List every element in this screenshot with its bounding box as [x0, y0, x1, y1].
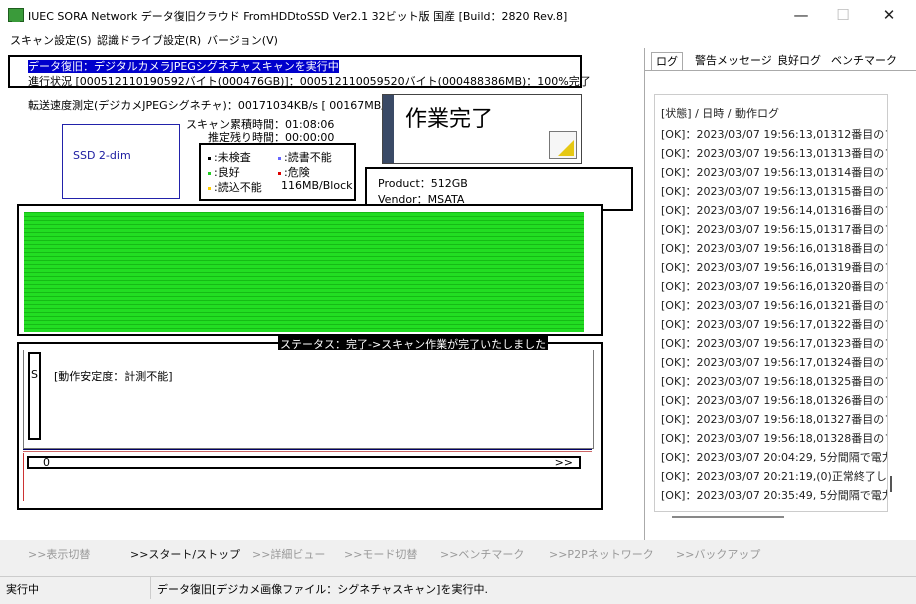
product-size: Product：512GB	[378, 177, 468, 190]
app-icon	[8, 8, 24, 22]
stability-text: [動作安定度：計測不能]	[54, 370, 173, 383]
log-line: [OK]：2023/03/07 19:56:13,01312番目のファ	[661, 128, 888, 141]
tab-benchmark[interactable]: ベンチマーク	[827, 52, 901, 70]
log-line: [OK]：2023/03/07 19:56:13,01314番目のファ	[661, 166, 888, 179]
sector-map-panel	[17, 204, 603, 336]
legend-read-write-error: :読書不能	[278, 149, 332, 165]
complete-label: 作業完了	[405, 107, 494, 132]
status-running: 実行中	[6, 583, 39, 596]
menu-drive-settings[interactable]: 認識ドライブ設定(R)	[97, 32, 201, 48]
progress-arrows: >>	[554, 456, 573, 469]
backup-button[interactable]: >>バックアップ	[676, 546, 760, 562]
legend-read-write-error-swatch	[278, 156, 281, 160]
p2p-network-button[interactable]: >>P2Pネットワーク	[549, 546, 654, 562]
log-line: [OK]：2023/03/07 19:56:16,01318番目のファ	[661, 242, 888, 255]
detail-view-button[interactable]: >>詳細ビュー	[252, 546, 325, 562]
log-line: [OK]：2023/03/07 20:04:29, 5分間隔で電力	[661, 451, 888, 464]
log-line: [OK]：2023/03/07 19:56:14,01316番目のファ	[661, 204, 888, 217]
legend-unchecked: :未検査	[208, 149, 251, 165]
divider-line-2	[23, 451, 592, 452]
ssd-indicator: SSD 2-dim	[62, 124, 180, 199]
progress-bar: 0 >>	[27, 456, 581, 469]
title-bar: IUEC SORA Network データ復旧クラウド FromHDDtoSSD…	[0, 0, 916, 30]
transfer-speed: 転送速度測定(デジカメJPEGシグネチャ)：00171034KB/s [ 001…	[28, 99, 399, 112]
tab-good-log[interactable]: 良好ログ	[773, 52, 825, 70]
progress-start: 0	[43, 456, 50, 469]
log-header: [状態] / 日時 / 動作ログ	[661, 107, 779, 120]
ssd-label: SSD 2-dim	[73, 149, 131, 162]
vertical-scrollbar[interactable]	[890, 476, 892, 492]
log-line: [OK]：2023/03/07 19:56:17,01323番目のファ	[661, 337, 888, 350]
legend-danger-swatch	[278, 171, 281, 175]
main-panel: データ復旧：デジタルカメラJPEGシグネチャスキャンを実行中 進行状況 [000…	[0, 48, 644, 540]
start-stop-button[interactable]: >>スタート/ストップ	[130, 546, 240, 562]
log-line: [OK]：2023/03/07 19:56:13,01315番目のファ	[661, 185, 888, 198]
status-inner: S [動作安定度：計測不能]	[23, 350, 594, 449]
tab-warnings[interactable]: 警告メッセージ	[691, 52, 776, 70]
status-bar: 実行中 データ復旧[デジカメ画像ファイル：シグネチャスキャン]を実行中.	[0, 576, 916, 599]
log-line: [OK]：2023/03/07 19:56:18,01326番目のファ	[661, 394, 888, 407]
block-size: 116MB/Block	[281, 179, 353, 192]
toggle-view-button[interactable]: >>表示切替	[28, 546, 90, 562]
log-line: [OK]：2023/03/07 19:56:15,01317番目のファ	[661, 223, 888, 236]
close-button[interactable]: ✕	[866, 0, 912, 30]
log-line: [OK]：2023/03/07 19:56:16,01320番目のファ	[661, 280, 888, 293]
log-line: [OK]：2023/03/07 19:56:17,01324番目のファ	[661, 356, 888, 369]
legend-read-error-swatch	[208, 186, 211, 190]
menu-version[interactable]: バージョン(V)	[207, 32, 278, 48]
window-title: IUEC SORA Network データ復旧クラウド FromHDDtoSSD…	[28, 10, 568, 23]
menu-bar: スキャン設定(S) 認識ドライブ設定(R) バージョン(V)	[0, 30, 916, 48]
status-panel: ステータス：完了->スキャン作業が完了いたしました S [動作安定度：計測不能]…	[17, 336, 603, 510]
legend-good: :良好	[208, 164, 240, 180]
menu-scan-settings[interactable]: スキャン設定(S)	[10, 32, 92, 48]
operation-title: データ復旧：デジタルカメラJPEGシグネチャスキャンを実行中	[28, 60, 339, 73]
legend-danger: :危険	[278, 164, 310, 180]
log-line: [OK]：2023/03/07 19:56:13,01313番目のファ	[661, 147, 888, 160]
sector-map	[24, 212, 584, 332]
tab-log[interactable]: ログ	[651, 52, 683, 71]
log-line: [OK]：2023/03/07 19:56:18,01328番目のファ	[661, 432, 888, 445]
status-s-indicator: S	[28, 352, 41, 440]
log-line: [OK]：2023/03/07 19:56:16,01321番目のファ	[661, 299, 888, 312]
log-line: [OK]：2023/03/07 19:56:17,01322番目のファ	[661, 318, 888, 331]
maximize-button[interactable]: ☐	[820, 0, 866, 30]
log-line: [OK]：2023/03/07 19:56:18,01325番目のファ	[661, 375, 888, 388]
legend-box: :未検査 :読書不能 :良好 :危険 :読込不能 116MB/Block	[199, 143, 356, 201]
document-icon	[549, 131, 577, 159]
complete-panel: 作業完了	[382, 94, 582, 164]
log-line: [OK]：2023/03/07 20:21:19,(0)正常終了しま	[661, 470, 888, 483]
status-message: データ復旧[デジカメ画像ファイル：シグネチャスキャン]を実行中.	[157, 583, 488, 596]
legend-read-error: :読込不能	[208, 179, 262, 195]
log-list[interactable]: [状態] / 日時 / 動作ログ [OK]：2023/03/07 19:56:1…	[654, 94, 888, 512]
operation-box: データ復旧：デジタルカメラJPEGシグネチャスキャンを実行中 進行状況 [000…	[8, 55, 591, 88]
progress-status: 進行状況 [000512110190592バイト(000476GB)]：0005…	[28, 75, 591, 88]
log-line: [OK]：2023/03/07 20:35:49, 5分間隔で電力	[661, 489, 888, 502]
log-line: [OK]：2023/03/07 19:56:18,01327番目のファ	[661, 413, 888, 426]
log-line: [OK]：2023/03/07 19:56:16,01319番目のファ	[661, 261, 888, 274]
benchmark-button[interactable]: >>ベンチマーク	[440, 546, 524, 562]
complete-side-bar	[383, 95, 394, 163]
mode-switch-button[interactable]: >>モード切替	[344, 546, 417, 562]
horizontal-scrollbar[interactable]	[672, 516, 784, 518]
divider-line-3	[23, 453, 24, 501]
legend-unchecked-swatch	[208, 156, 211, 160]
legend-good-swatch	[208, 171, 211, 175]
minimize-button[interactable]: —	[778, 0, 824, 30]
divider-line-1	[23, 449, 592, 450]
